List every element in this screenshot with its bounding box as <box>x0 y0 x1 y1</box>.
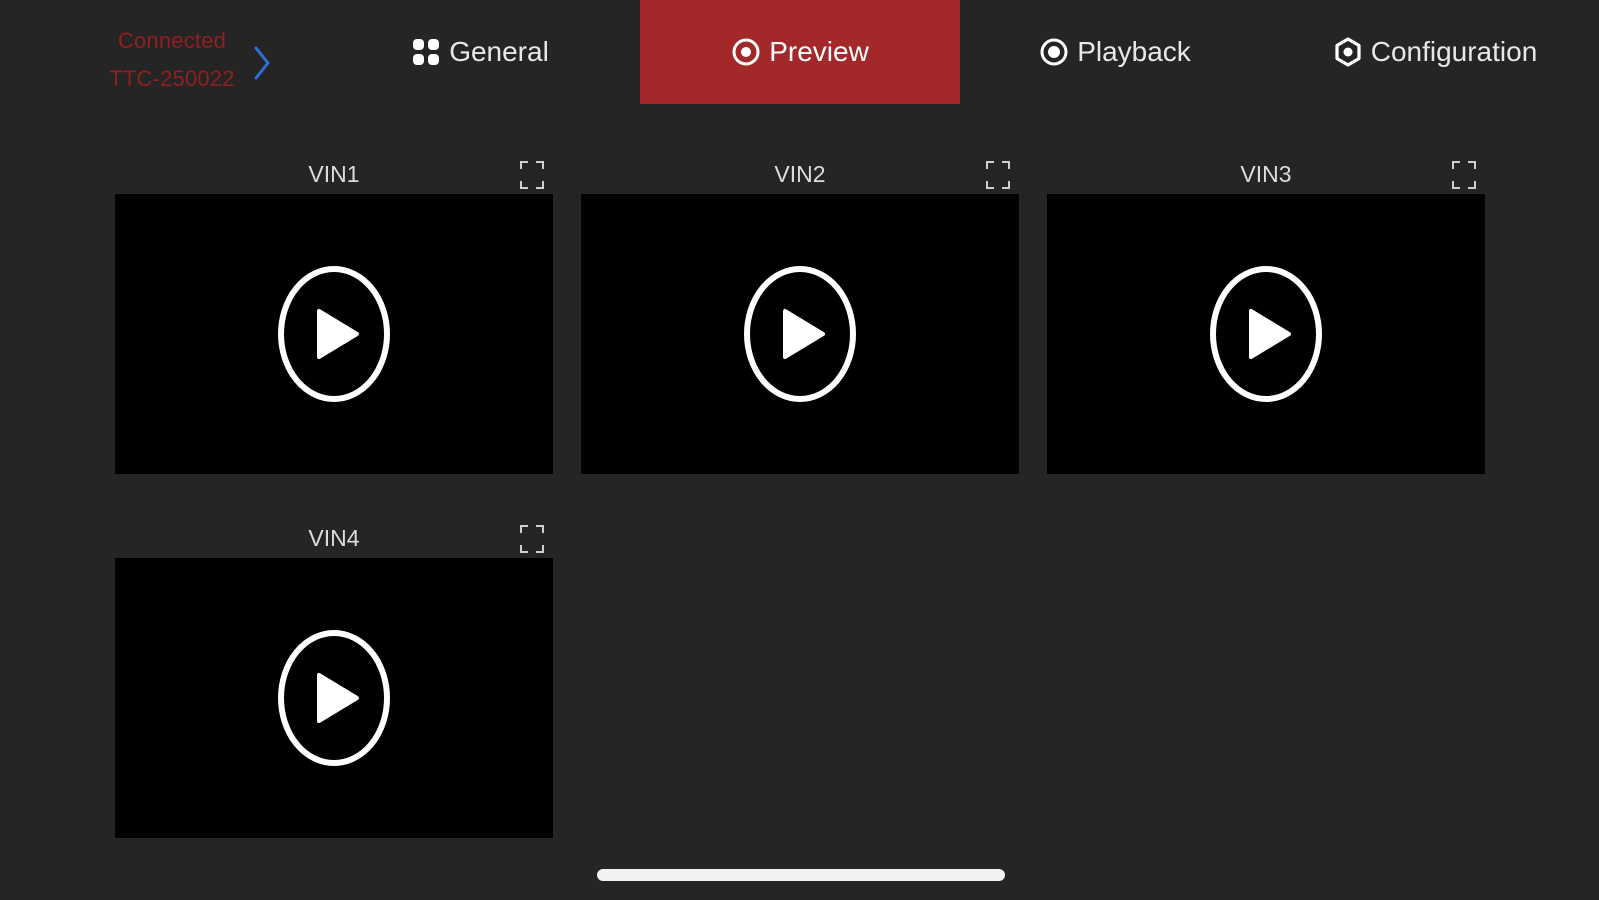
device-selector[interactable]: Connected TTC-250022 <box>80 22 280 102</box>
tab-label: Preview <box>769 36 869 67</box>
tab-playback[interactable]: Playback <box>960 0 1270 104</box>
tab-label: Playback <box>1077 36 1191 67</box>
fullscreen-icon[interactable] <box>519 160 545 190</box>
play-icon[interactable] <box>277 265 391 403</box>
device-name: TTC-250022 <box>109 66 235 91</box>
video-player[interactable] <box>115 194 553 474</box>
grid-icon <box>413 39 440 65</box>
fullscreen-icon[interactable] <box>985 160 1011 190</box>
video-tile-vin3: VIN3 <box>1047 154 1485 478</box>
video-player[interactable] <box>115 558 553 838</box>
chevron-right-icon <box>254 46 270 80</box>
channel-title: VIN2 <box>774 161 826 187</box>
video-tile-vin4: VIN4 <box>115 518 553 842</box>
video-tile-vin2: VIN2 <box>581 154 1019 478</box>
gear-icon <box>1335 37 1361 67</box>
tab-general[interactable]: General <box>330 0 630 104</box>
video-player[interactable] <box>1047 194 1485 474</box>
channel-title: VIN3 <box>1240 161 1292 187</box>
home-indicator[interactable] <box>597 869 1005 881</box>
target-icon <box>732 38 760 66</box>
fullscreen-icon[interactable] <box>1451 160 1477 190</box>
tab-preview[interactable]: Preview <box>640 0 960 104</box>
tab-label: General <box>449 36 549 67</box>
fullscreen-icon[interactable] <box>519 524 545 554</box>
video-tile-vin1: VIN1 <box>115 154 553 478</box>
top-navigation-bar: Connected TTC-250022 General Preview Pla… <box>0 0 1599 104</box>
play-icon[interactable] <box>277 629 391 767</box>
play-icon[interactable] <box>1209 265 1323 403</box>
channel-title: VIN4 <box>308 525 360 551</box>
tab-label: Configuration <box>1370 36 1538 67</box>
tab-configuration[interactable]: Configuration <box>1270 0 1599 104</box>
preview-screen: Connected TTC-250022 General Preview Pla… <box>0 0 1599 900</box>
play-icon[interactable] <box>743 265 857 403</box>
connection-status: Connected <box>117 28 227 53</box>
channel-title: VIN1 <box>308 161 360 187</box>
video-player[interactable] <box>581 194 1019 474</box>
record-icon <box>1040 38 1068 66</box>
